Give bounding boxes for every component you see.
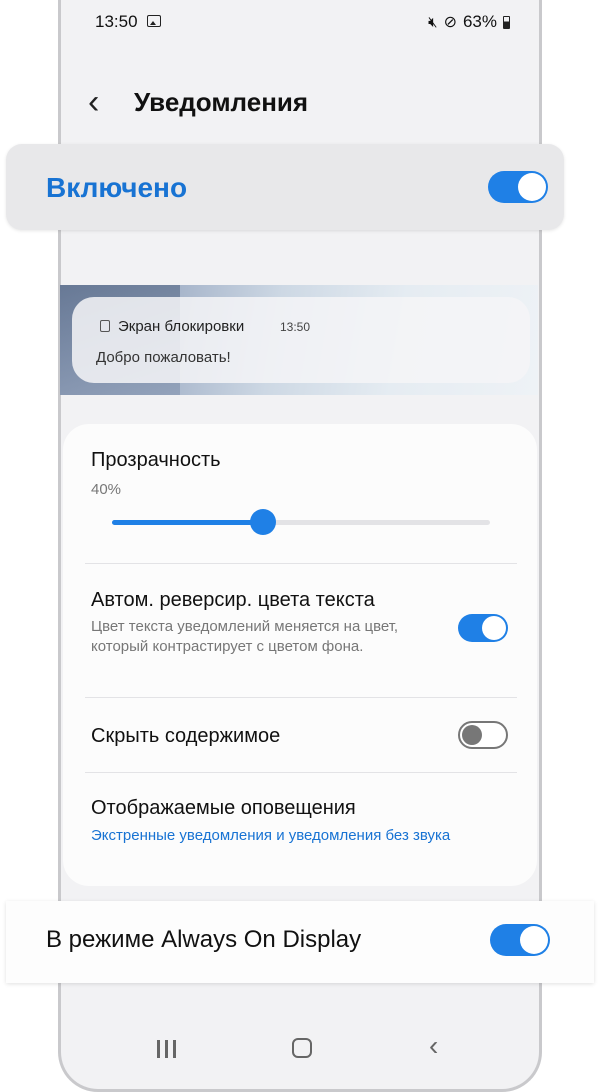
alerts-value[interactable]: Экстренные уведомления и уведомления без… <box>91 826 451 846</box>
toggle-knob <box>482 616 506 640</box>
aod-switch-bar[interactable]: В режиме Always On Display <box>6 901 594 983</box>
slider-thumb[interactable] <box>250 509 277 535</box>
app-header: ‹ Уведомления <box>88 82 308 122</box>
preview-time: 13:50 <box>280 320 311 334</box>
toggle-knob <box>518 173 546 201</box>
divider <box>85 563 517 564</box>
status-time: 13:50 <box>95 12 138 31</box>
lock-screen-icon <box>100 320 110 332</box>
hide-content-toggle[interactable] <box>458 721 508 749</box>
page-title: Уведомления <box>134 86 309 117</box>
battery-icon <box>503 15 510 29</box>
preview-message: Добро пожаловать! <box>96 349 231 366</box>
alerts-label[interactable]: Отображаемые оповещения <box>91 797 356 820</box>
enabled-toggle[interactable] <box>488 171 548 203</box>
recent-apps-icon[interactable] <box>157 1040 179 1058</box>
transparency-value: 40% <box>91 481 122 498</box>
do-not-disturb-icon: ⊘ <box>443 14 457 31</box>
gallery-icon <box>147 15 161 27</box>
divider <box>85 697 517 698</box>
transparency-slider[interactable] <box>112 509 490 535</box>
preview-notification-card <box>72 297 530 383</box>
toggle-knob <box>520 926 548 954</box>
battery-level: 63% <box>462 12 497 31</box>
back-nav-icon[interactable]: ‹ <box>429 1032 438 1060</box>
aod-toggle[interactable] <box>490 924 550 956</box>
hide-content-label: Скрыть содержимое <box>91 725 281 747</box>
auto-reverse-toggle[interactable] <box>458 614 508 642</box>
status-bar: 13:50 🔇︎ ⊘ 63% <box>95 12 510 36</box>
navigation-bar: ‹ <box>61 1018 539 1078</box>
status-right: 🔇︎ ⊘ 63% <box>428 12 510 32</box>
transparency-label: Прозрачность <box>91 449 221 471</box>
home-icon[interactable] <box>292 1038 312 1058</box>
mute-icon: 🔇︎ <box>428 13 438 31</box>
enabled-switch-bar[interactable]: Включено <box>6 144 564 230</box>
preview-app-name: Экран блокировки <box>118 318 245 335</box>
back-arrow-icon[interactable]: ‹ <box>88 85 118 119</box>
toggle-knob <box>462 725 482 745</box>
enabled-label: Включено <box>46 172 188 203</box>
slider-fill <box>112 520 264 525</box>
auto-reverse-description: Цвет текста уведомлений меняется на цвет… <box>91 618 399 655</box>
auto-reverse-label: Автом. реверсир. цвета текста <box>91 589 375 611</box>
divider <box>85 772 517 773</box>
aod-label: В режиме Always On Display <box>46 926 362 953</box>
